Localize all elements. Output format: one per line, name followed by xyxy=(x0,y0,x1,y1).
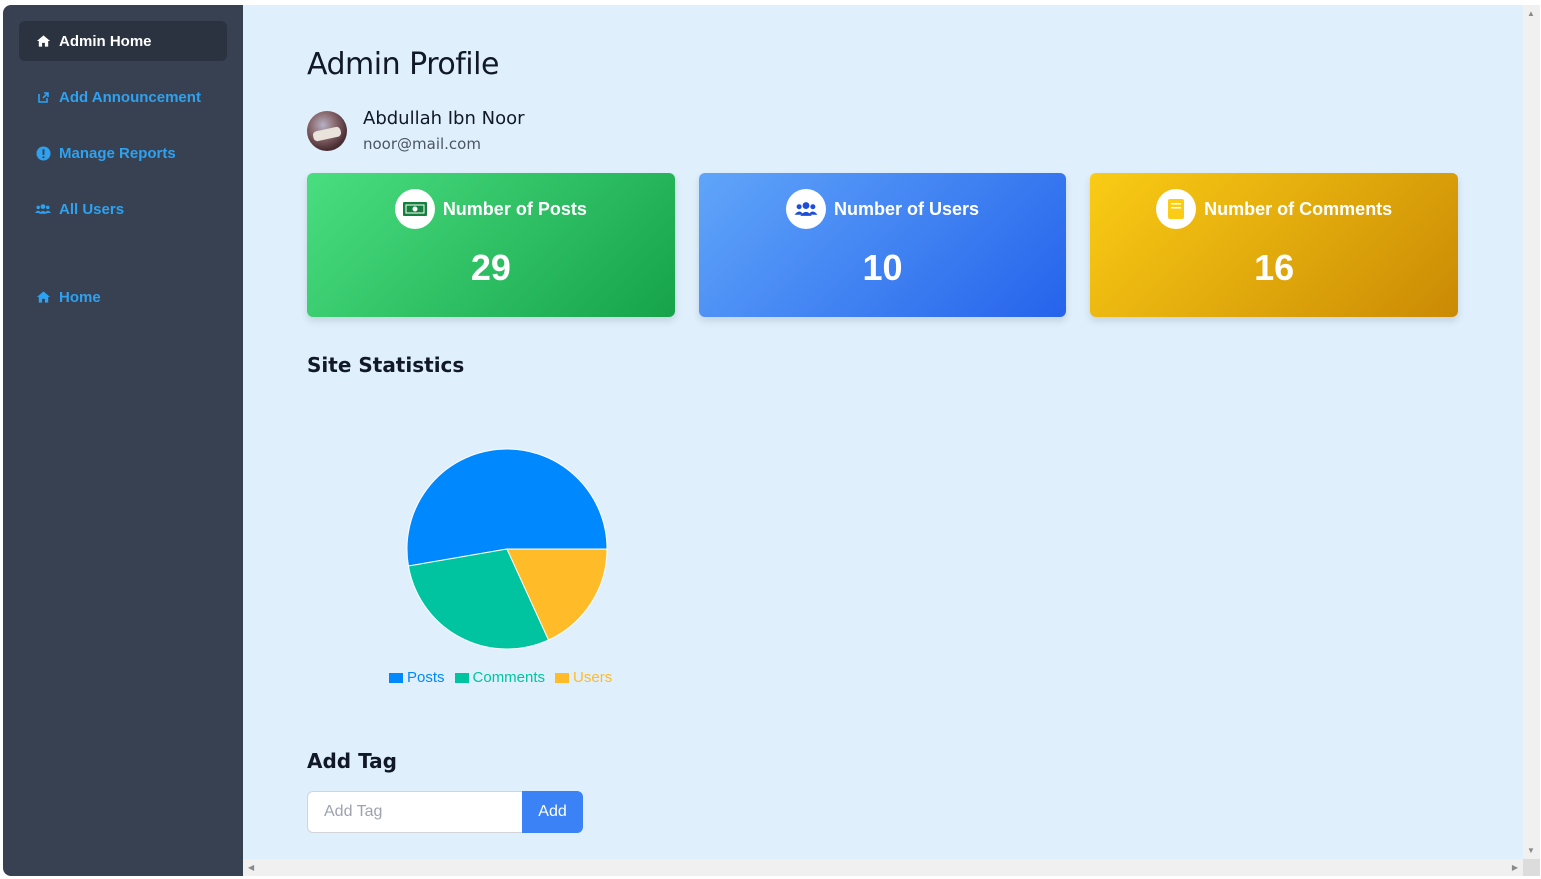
users-card-value: 10 xyxy=(862,247,903,288)
legend-item-users[interactable]: Users xyxy=(555,669,612,686)
site-statistics-chart: Posts Comments Users xyxy=(307,397,707,707)
site-statistics-title: Site Statistics xyxy=(307,353,465,377)
scrollbar-corner xyxy=(1523,859,1540,876)
posts-card-value: 29 xyxy=(470,247,511,288)
sidebar-item-admin-home[interactable]: Admin Home xyxy=(19,21,227,61)
profile-name: Abdullah Ibn Noor xyxy=(363,108,525,129)
page-title: Admin Profile xyxy=(307,47,499,82)
pie-chart xyxy=(406,448,608,650)
home-icon xyxy=(35,289,51,305)
vertical-scrollbar[interactable]: ▲ ▼ xyxy=(1523,5,1540,859)
horizontal-scrollbar[interactable]: ◀ ▶ xyxy=(243,859,1523,876)
users-card: Number of Users 10 xyxy=(698,173,1067,317)
add-tag-title: Add Tag xyxy=(307,749,397,773)
users-icon xyxy=(35,201,51,217)
scroll-right-icon[interactable]: ▶ xyxy=(1512,863,1518,872)
users-card-label: Number of Users xyxy=(833,198,980,219)
add-tag-form: Add xyxy=(307,791,1523,833)
legend-swatch xyxy=(454,672,469,683)
scroll-down-icon[interactable]: ▼ xyxy=(1527,846,1535,855)
legend-label: Comments xyxy=(472,669,546,686)
money-icon xyxy=(394,189,435,229)
sidebar-item-add-announcement[interactable]: Add Announcement xyxy=(19,77,227,117)
comments-card-value: 16 xyxy=(1254,247,1295,288)
profile-email: noor@mail.com xyxy=(363,135,481,153)
comments-card-label: Number of Comments xyxy=(1204,198,1393,219)
sidebar-item-home[interactable]: Home xyxy=(19,277,227,317)
app-window: Admin Home Add Announcement Manage Repor… xyxy=(3,5,1523,876)
legend-swatch xyxy=(555,672,570,683)
sidebar: Admin Home Add Announcement Manage Repor… xyxy=(3,5,243,876)
comments-card: Number of Comments 16 xyxy=(1090,173,1459,317)
chart-legend: Posts Comments Users xyxy=(389,669,612,686)
legend-label: Users xyxy=(573,669,613,686)
external-link-icon xyxy=(35,89,51,105)
legend-item-comments[interactable]: Comments xyxy=(454,669,546,686)
legend-item-posts[interactable]: Posts xyxy=(389,669,445,686)
sidebar-item-label: All Users xyxy=(59,200,125,218)
stat-cards: Number of Posts 29 Number of Users 10 Nu… xyxy=(307,173,1459,317)
posts-card-label: Number of Posts xyxy=(442,198,587,219)
add-tag-button[interactable]: Add xyxy=(522,791,583,833)
scroll-up-icon[interactable]: ▲ xyxy=(1527,9,1535,18)
sidebar-item-label: Add Announcement xyxy=(59,88,201,106)
book-icon xyxy=(1156,189,1197,229)
users-icon xyxy=(785,189,826,229)
tag-input[interactable] xyxy=(307,791,522,833)
sidebar-item-manage-reports[interactable]: Manage Reports xyxy=(19,133,227,173)
alert-circle-icon xyxy=(35,145,51,161)
home-icon xyxy=(35,33,51,49)
sidebar-divider xyxy=(19,245,227,277)
sidebar-item-label: Admin Home xyxy=(59,32,152,50)
sidebar-item-all-users[interactable]: All Users xyxy=(19,189,227,229)
profile-block: Abdullah Ibn Noor noor@mail.com xyxy=(307,108,1523,153)
scroll-left-icon[interactable]: ◀ xyxy=(248,863,254,872)
avatar xyxy=(307,110,347,151)
posts-card: Number of Posts 29 xyxy=(307,173,675,317)
main-content: Admin Profile Abdullah Ibn Noor noor@mai… xyxy=(243,5,1523,876)
legend-label: Posts xyxy=(407,669,445,686)
sidebar-item-label: Home xyxy=(59,288,101,306)
legend-swatch xyxy=(389,672,403,683)
sidebar-item-label: Manage Reports xyxy=(59,144,176,162)
